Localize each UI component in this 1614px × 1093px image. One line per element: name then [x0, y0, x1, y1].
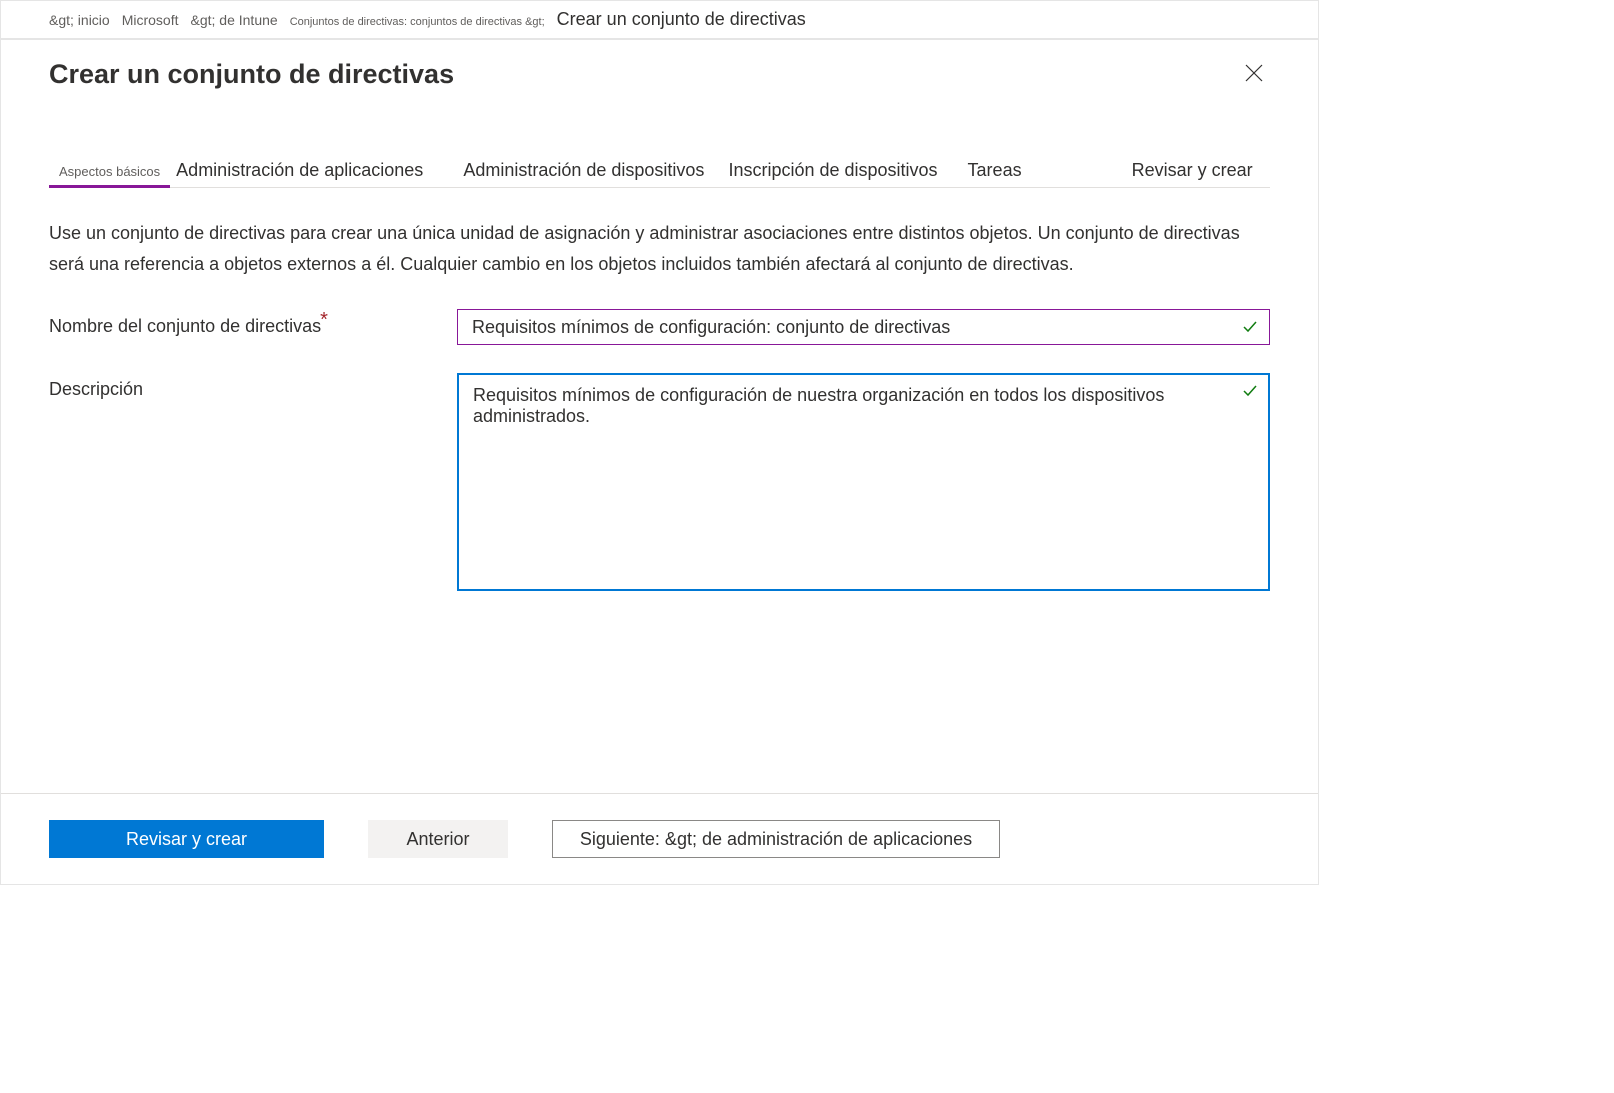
breadcrumb-item[interactable]: &gt; de Intune — [191, 12, 278, 28]
required-indicator: * — [320, 309, 328, 331]
checkmark-icon — [1242, 383, 1258, 399]
breadcrumb-current: Crear un conjunto de directivas — [557, 9, 806, 30]
tab-assignments[interactable]: Tareas — [958, 154, 1032, 187]
breadcrumb: &gt; inicio Microsoft &gt; de Intune Con… — [1, 1, 1318, 40]
tab-app-management[interactable]: Administración de aplicaciones — [166, 154, 433, 187]
tab-device-management[interactable]: Administración de dispositivos — [453, 154, 714, 187]
next-button[interactable]: Siguiente: &gt; de administración de apl… — [552, 820, 1000, 858]
footer-actions: Revisar y crear Anterior Siguiente: &gt;… — [1, 793, 1318, 884]
breadcrumb-item[interactable]: &gt; inicio — [49, 12, 110, 28]
intro-description: Use un conjunto de directivas para crear… — [49, 218, 1270, 279]
description-textarea[interactable]: Requisitos mínimos de configuración de n… — [457, 373, 1270, 591]
checkmark-icon — [1242, 319, 1258, 335]
tab-basics[interactable]: Aspectos básicos — [49, 158, 170, 188]
page-title: Crear un conjunto de directivas — [49, 59, 454, 90]
review-create-button[interactable]: Revisar y crear — [49, 820, 324, 858]
form-row-name: Nombre del conjunto de directivas* — [49, 309, 1270, 345]
previous-button[interactable]: Anterior — [368, 820, 508, 858]
wizard-tabs: Aspectos básicos Administración de aplic… — [49, 154, 1270, 188]
close-button[interactable] — [1238, 58, 1270, 90]
tab-device-enrollment[interactable]: Inscripción de dispositivos — [718, 154, 947, 187]
breadcrumb-item[interactable]: Conjuntos de directivas: conjuntos de di… — [290, 16, 545, 28]
name-label: Nombre del conjunto de directivas* — [49, 309, 457, 345]
close-icon — [1245, 64, 1263, 85]
description-label: Descripción — [49, 373, 457, 594]
breadcrumb-item[interactable]: Microsoft — [122, 12, 179, 28]
name-input[interactable] — [457, 309, 1270, 345]
tab-review-create[interactable]: Revisar y crear — [1122, 154, 1263, 187]
form-row-description: Descripción Requisitos mínimos de config… — [49, 373, 1270, 594]
